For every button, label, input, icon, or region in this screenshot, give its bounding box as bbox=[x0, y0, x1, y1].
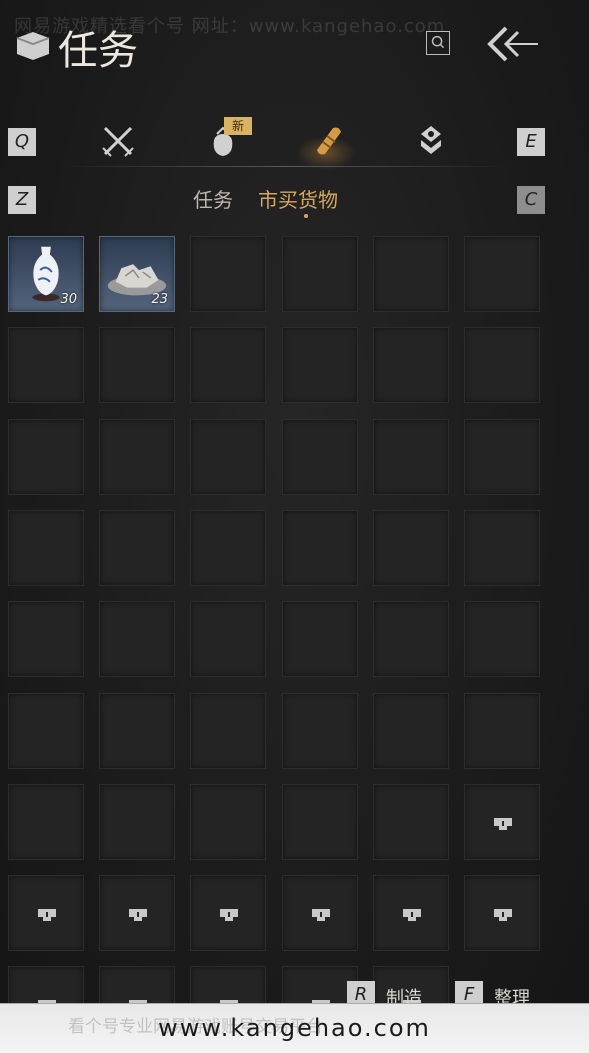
page-title: 任务 bbox=[58, 28, 138, 74]
inventory-slot-empty[interactable] bbox=[99, 419, 175, 495]
back-arrow-icon[interactable] bbox=[484, 24, 540, 64]
inventory-slot-empty[interactable] bbox=[99, 601, 175, 677]
inventory-slot-empty[interactable] bbox=[8, 784, 84, 860]
inventory-slot-empty[interactable] bbox=[373, 510, 449, 586]
inventory-slot-empty[interactable] bbox=[190, 784, 266, 860]
inventory-slot-empty[interactable] bbox=[282, 601, 358, 677]
inventory-slot-porcelain-vase[interactable]: 30 bbox=[8, 236, 84, 312]
inventory-slot-empty[interactable] bbox=[373, 784, 449, 860]
prev-tab-key[interactable]: Q bbox=[8, 128, 36, 156]
lock-icon bbox=[311, 906, 331, 922]
tab-combat[interactable] bbox=[95, 118, 141, 164]
item-count: 30 bbox=[60, 292, 77, 307]
header: 任务 bbox=[0, 0, 589, 90]
item-count: 23 bbox=[151, 292, 168, 307]
inventory-slot-empty[interactable] bbox=[190, 510, 266, 586]
inventory-slot-empty[interactable] bbox=[464, 327, 540, 403]
inventory-slot-empty[interactable] bbox=[282, 419, 358, 495]
inventory-slot-empty[interactable] bbox=[8, 419, 84, 495]
inventory-slot-locked[interactable] bbox=[464, 875, 540, 951]
subtab-indicator bbox=[304, 214, 308, 218]
inventory-slot-empty[interactable] bbox=[464, 236, 540, 312]
inventory-slot-empty[interactable] bbox=[282, 236, 358, 312]
inventory-slot-locked[interactable] bbox=[8, 875, 84, 951]
inventory-slot-empty[interactable] bbox=[373, 419, 449, 495]
lock-icon bbox=[128, 906, 148, 922]
inventory-slot-empty[interactable] bbox=[464, 510, 540, 586]
inventory-slot-empty[interactable] bbox=[8, 327, 84, 403]
lock-icon bbox=[37, 906, 57, 922]
inventory-slot-empty[interactable] bbox=[282, 693, 358, 769]
new-badge: 新 bbox=[224, 117, 252, 135]
inventory-slot-empty[interactable] bbox=[99, 327, 175, 403]
lock-icon bbox=[493, 815, 513, 831]
prev-subtab-key[interactable]: Z bbox=[8, 186, 36, 214]
inventory-slot-empty[interactable] bbox=[190, 693, 266, 769]
inventory-slot-empty[interactable] bbox=[373, 327, 449, 403]
inventory-slot-stone-ore[interactable]: 23 bbox=[99, 236, 175, 312]
tab-underline bbox=[60, 166, 512, 167]
inventory-slot-empty[interactable] bbox=[99, 784, 175, 860]
gem-icon bbox=[421, 126, 441, 154]
tab-scroll[interactable] bbox=[305, 118, 351, 164]
inventory-slot-empty[interactable] bbox=[8, 510, 84, 586]
inventory-slot-locked[interactable] bbox=[99, 875, 175, 951]
tab-gem[interactable] bbox=[408, 118, 454, 164]
inventory-slot-empty[interactable] bbox=[464, 693, 540, 769]
inventory-slot-empty[interactable] bbox=[8, 693, 84, 769]
lock-icon bbox=[219, 906, 239, 922]
inventory-slot-empty[interactable] bbox=[282, 784, 358, 860]
inventory-slot-empty[interactable] bbox=[373, 601, 449, 677]
inventory-slot-empty[interactable] bbox=[373, 693, 449, 769]
inventory-slot-locked[interactable] bbox=[464, 784, 540, 860]
watermark-url: www.kangehao.com bbox=[158, 1014, 431, 1042]
inventory-slot-locked[interactable] bbox=[282, 875, 358, 951]
lock-icon bbox=[493, 906, 513, 922]
next-subtab-key[interactable]: C bbox=[517, 186, 545, 214]
inventory-slot-empty[interactable] bbox=[190, 327, 266, 403]
inventory-slot-locked[interactable] bbox=[373, 875, 449, 951]
lock-icon bbox=[402, 906, 422, 922]
inventory-slot-empty[interactable] bbox=[190, 236, 266, 312]
inventory-slot-locked[interactable] bbox=[190, 875, 266, 951]
inventory-slot-empty[interactable] bbox=[190, 419, 266, 495]
quest-book-icon bbox=[16, 32, 50, 60]
inventory-slot-empty[interactable] bbox=[373, 236, 449, 312]
inventory-slot-empty[interactable] bbox=[282, 510, 358, 586]
subtab-market-goods[interactable]: 市买货物 bbox=[258, 184, 338, 213]
inventory-slot-empty[interactable] bbox=[464, 419, 540, 495]
inventory-slot-empty[interactable] bbox=[190, 601, 266, 677]
inventory-slot-empty[interactable] bbox=[99, 693, 175, 769]
inventory-slot-empty[interactable] bbox=[464, 601, 540, 677]
search-button[interactable] bbox=[426, 31, 450, 55]
crossed-swords-icon bbox=[102, 126, 134, 157]
subtab-quest[interactable]: 任务 bbox=[193, 184, 233, 213]
scroll-icon bbox=[317, 127, 341, 155]
inventory-slot-empty[interactable] bbox=[99, 510, 175, 586]
inventory-slot-empty[interactable] bbox=[8, 601, 84, 677]
search-icon bbox=[431, 35, 445, 49]
next-tab-key[interactable]: E bbox=[517, 128, 545, 156]
watermark-bar: 看个号专业网易游戏账号交易平台 www.kangehao.com bbox=[0, 1003, 589, 1053]
inventory-slot-empty[interactable] bbox=[282, 327, 358, 403]
